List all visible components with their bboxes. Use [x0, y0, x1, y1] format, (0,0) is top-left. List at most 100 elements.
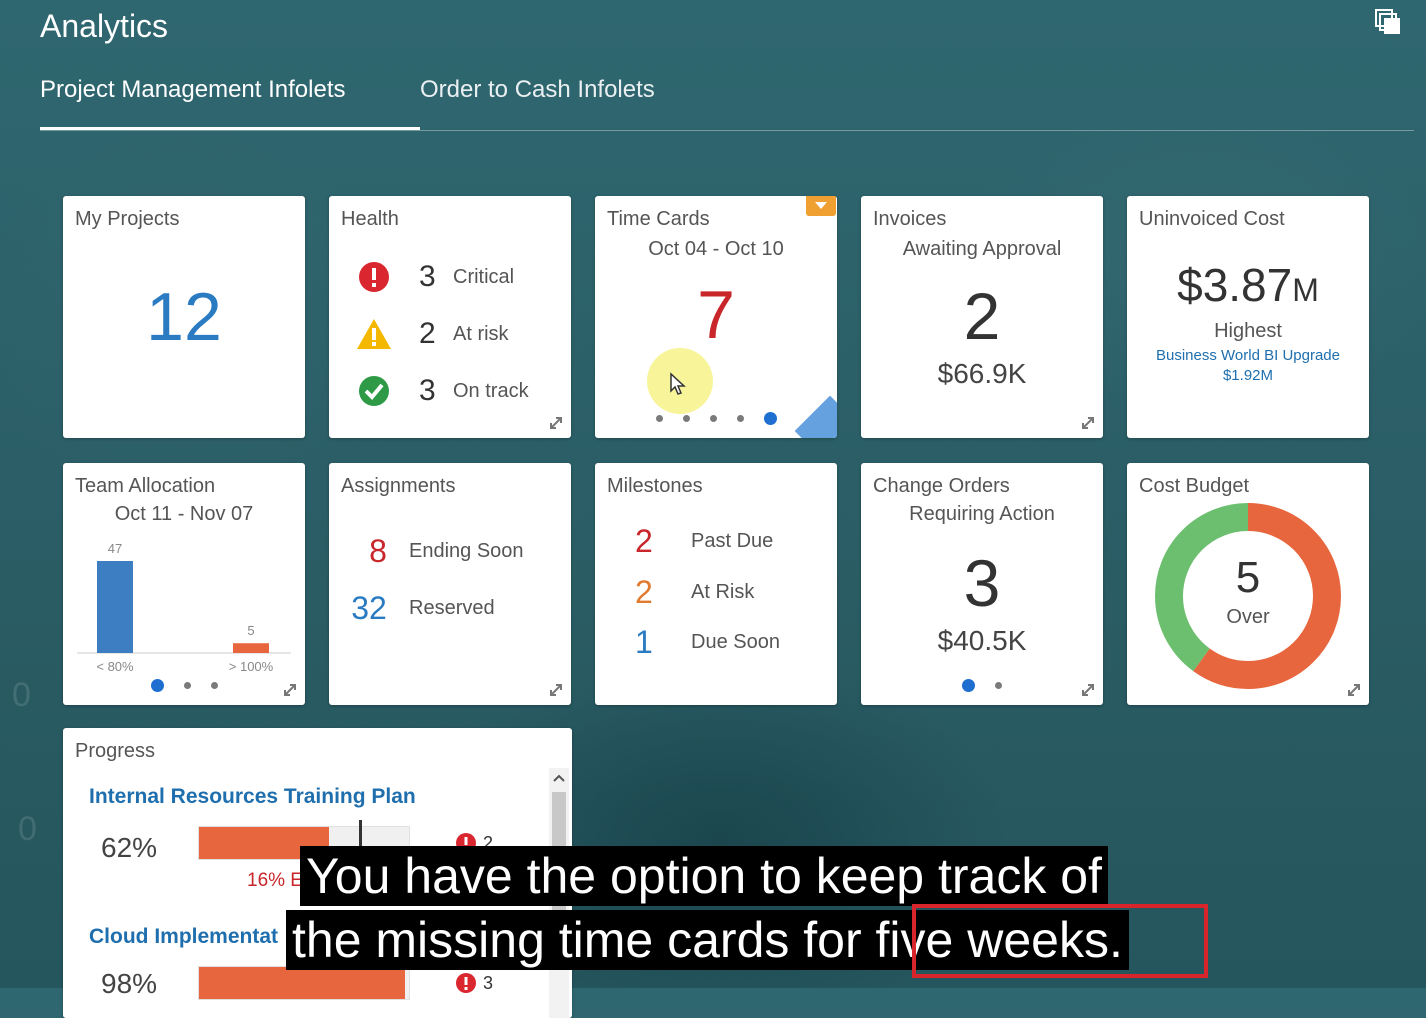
milestones-row-at-risk: 2 At Risk — [635, 574, 754, 611]
health-row-critical: 3 Critical — [357, 260, 514, 294]
time-cards-date-range: Oct 04 - Oct 10 — [648, 238, 784, 260]
milestones-row-due-soon: 1 Due Soon — [635, 624, 780, 661]
chevron-up-icon[interactable] — [549, 768, 569, 788]
highest-project-amount: $1.92M — [1222, 367, 1274, 384]
change-orders-tile[interactable]: Change Orders Requiring Action 3 $40.5K — [861, 463, 1103, 705]
page-dot[interactable] — [183, 682, 191, 690]
expand-icon[interactable] — [1081, 416, 1095, 430]
tab-order-to-cash-infolets[interactable]: Order to Cash Infolets — [420, 76, 655, 128]
chart-bar — [97, 561, 133, 653]
project-link[interactable]: Internal Resources Training Plan — [89, 785, 416, 809]
past-due-label: Past Due — [691, 530, 774, 552]
warning-icon — [357, 319, 391, 349]
tile-title: Invoices — [873, 208, 947, 230]
tile-title: Assignments — [341, 475, 456, 497]
invoices-amount: $66.9K — [937, 358, 1027, 389]
estimate-label: 16% E — [247, 870, 303, 891]
page-dot[interactable] — [995, 682, 1002, 690]
infolet-tabs: Project Management Infolets Order to Cas… — [40, 76, 1414, 131]
bar-value-label: 5 — [247, 623, 254, 638]
page-dot[interactable] — [210, 682, 218, 690]
expand-icon[interactable] — [549, 416, 563, 430]
page-dot[interactable] — [682, 415, 690, 423]
time-cards-tile[interactable]: Time Cards Oct 04 - Oct 10 7 — [595, 196, 837, 438]
milestones-row-past-due: 2 Past Due — [635, 523, 773, 560]
invoices-count: 2 — [963, 279, 1001, 353]
stacked-pages-icon[interactable] — [1372, 8, 1406, 38]
background-mark: 0 — [12, 676, 31, 714]
assignments-tile[interactable]: Assignments 8 Ending Soon 32 Reserved — [329, 463, 571, 705]
on-track-count: 3 — [419, 374, 436, 407]
at-risk-count: 2 — [635, 574, 653, 610]
page-dot[interactable] — [962, 679, 975, 693]
reserved-label: Reserved — [409, 597, 495, 619]
page-indicator[interactable] — [861, 677, 1103, 695]
uninvoiced-unit: M — [1292, 272, 1319, 308]
issues-badge[interactable]: 3 — [455, 972, 493, 994]
progress-percent: 62% — [101, 832, 158, 863]
team-allocation-chart: 47 < 80% 5 > 100% — [77, 541, 291, 674]
page-indicator[interactable] — [63, 677, 305, 695]
health-tile[interactable]: Health 3 Critical 2 At risk 3 On track — [329, 196, 571, 438]
over-budget-label: Over — [1226, 606, 1270, 628]
uninvoiced-amount: $3.87 — [1177, 259, 1293, 311]
my-projects-tile[interactable]: My Projects 12 — [63, 196, 305, 438]
expand-icon[interactable] — [1347, 683, 1361, 697]
team-allocation-tile[interactable]: Team Allocation Oct 11 - Nov 07 47 < 80% 5… — [63, 463, 305, 705]
critical-icon — [359, 262, 389, 292]
page-dot[interactable] — [709, 415, 717, 423]
uninvoiced-cost-tile[interactable]: Uninvoiced Cost $3.87M Highest Business … — [1127, 196, 1369, 438]
expand-icon[interactable] — [549, 683, 563, 697]
category-label: < 80% — [96, 659, 134, 674]
milestones-tile[interactable]: Milestones 2 Past Due 2 At Risk 1 Due So… — [595, 463, 837, 705]
invoices-tile[interactable]: Invoices Awaiting Approval 2 $66.9K — [861, 196, 1103, 438]
over-budget-count: 5 — [1235, 553, 1261, 602]
progress-percent: 98% — [101, 968, 158, 999]
tab-project-management-infolets[interactable]: Project Management Infolets — [40, 76, 420, 130]
app-title: Analytics — [40, 8, 169, 44]
assignments-row-ending-soon: 8 Ending Soon — [349, 533, 524, 570]
assignments-row-reserved: 32 Reserved — [349, 590, 495, 627]
page-dot[interactable] — [150, 679, 164, 693]
tile-title: Progress — [75, 740, 156, 762]
change-orders-count: 3 — [963, 546, 1001, 620]
on-track-label: On track — [453, 379, 529, 402]
mouse-pointer-icon — [670, 372, 686, 395]
tile-title: Health — [341, 208, 399, 230]
progress-bar-fill — [199, 967, 405, 999]
tile-title: Uninvoiced Cost — [1139, 208, 1285, 230]
background-mark: 0 — [18, 810, 37, 848]
tile-title: Time Cards — [607, 208, 710, 230]
tile-title: Cost Budget — [1139, 475, 1250, 497]
chevron-down-icon[interactable] — [806, 196, 836, 216]
tile-title: Change Orders — [873, 475, 1010, 497]
highest-project-link[interactable]: Business World BI Upgrade — [1127, 347, 1369, 364]
change-orders-subtitle: Requiring Action — [909, 503, 1055, 525]
page-dot[interactable] — [655, 415, 663, 423]
expand-icon[interactable] — [1081, 683, 1095, 697]
category-label: > 100% — [229, 659, 274, 674]
expand-icon[interactable] — [283, 683, 297, 697]
critical-count: 3 — [419, 260, 436, 293]
past-due-count: 2 — [635, 523, 653, 559]
cost-budget-tile[interactable]: Cost Budget 5 Over — [1127, 463, 1369, 705]
change-orders-amount: $40.5K — [937, 625, 1027, 656]
tile-title: My Projects — [75, 208, 180, 230]
due-soon-label: Due Soon — [691, 631, 780, 653]
at-risk-label: At risk — [453, 322, 509, 345]
caption-highlight-box — [912, 904, 1208, 978]
at-risk-count: 2 — [419, 317, 436, 350]
check-icon — [359, 376, 389, 406]
ending-soon-label: Ending Soon — [409, 540, 524, 562]
team-allocation-date-range: Oct 11 - Nov 07 — [114, 503, 254, 525]
due-soon-count: 1 — [635, 624, 653, 660]
page-dot[interactable] — [736, 415, 744, 423]
invoices-subtitle: Awaiting Approval — [902, 238, 1062, 260]
reserved-count: 32 — [351, 590, 387, 626]
project-link[interactable]: Cloud Implementat — [89, 925, 278, 949]
my-projects-count: 12 — [146, 279, 222, 355]
page-dot[interactable] — [763, 412, 777, 426]
chart-bar — [233, 643, 269, 653]
issues-count: 3 — [483, 972, 494, 993]
caption-text: the missing time cards for — [292, 912, 876, 968]
